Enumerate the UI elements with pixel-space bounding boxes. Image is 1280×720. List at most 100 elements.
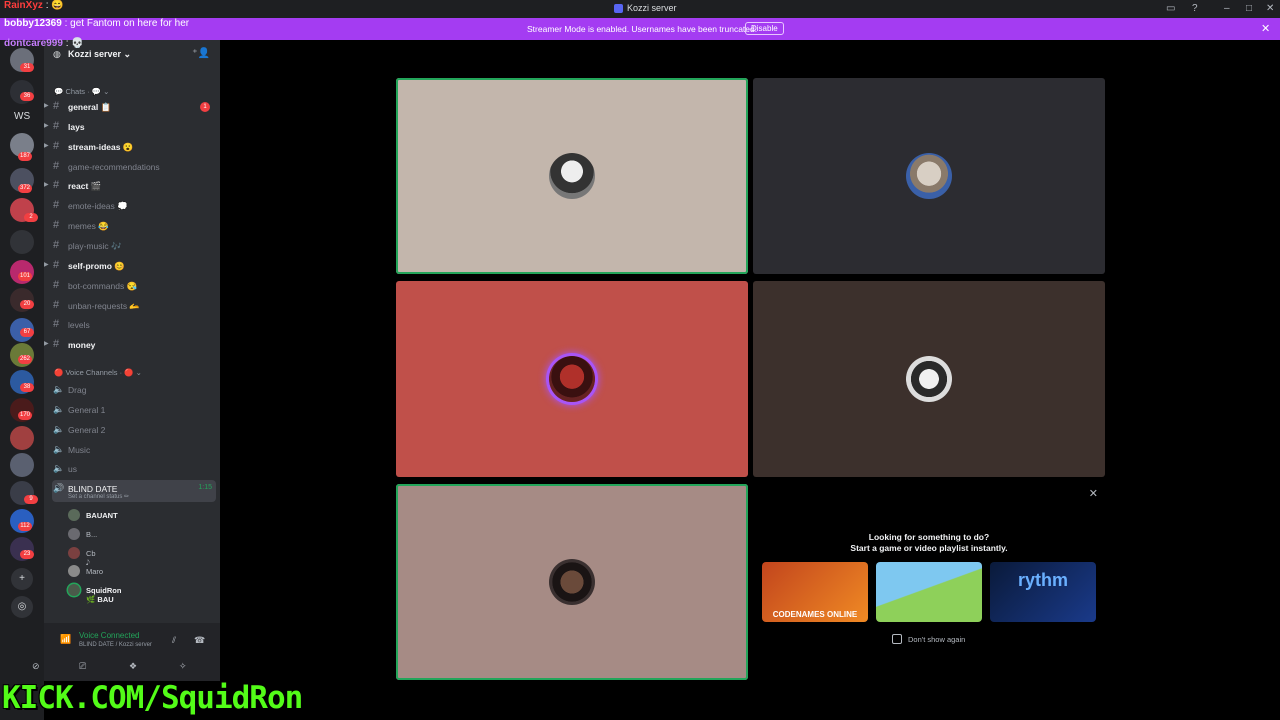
collapse-arrow-icon[interactable]: ▶ [44,181,49,188]
speaker-icon: 🔈 [53,403,65,414]
voice-channel-name: Music [68,444,91,455]
disable-streamer-mode-button[interactable]: Disable [745,22,784,35]
explore-servers-icon[interactable]: ◎ [11,596,33,618]
text-channel-icon: # [53,159,60,172]
text-channel-icon: # [53,278,60,291]
speaker-icon: 🔈 [53,463,65,474]
overlay-chat-line: RainXyz : 😄 [4,0,64,11]
channel-status[interactable]: Set a channel status ✏ [68,493,129,500]
inbox-icon[interactable]: ▭ [1166,3,1175,14]
collapse-arrow-icon[interactable]: ▶ [44,142,49,149]
mention-badge: 36 [20,92,34,101]
participant-avatar [906,356,952,402]
channel-item[interactable]: # memes 😂 [52,217,216,235]
channel-item[interactable]: # game-recommendations [52,158,216,176]
voice-location[interactable]: BLIND DATE / Kozzi server [79,642,152,648]
channel-item[interactable]: ▶ # general 📋 1 [44,98,216,116]
channel-name: play-music 🎶 [68,240,122,251]
voice-username: B... [86,529,98,539]
dont-show-label: Don't show again [908,634,966,644]
channel-item[interactable]: ▶ # self-promo 😊 [44,257,216,275]
server-initials[interactable]: WS [14,111,30,122]
disconnect-icon[interactable]: ☎ [194,635,205,646]
mention-badge: 38 [20,383,34,392]
participant-avatar [549,153,595,199]
activities-icon[interactable]: ❖ [129,661,137,672]
mention-badge: 372 [18,184,33,193]
channel-name: memes 😂 [68,221,109,232]
close-banner-icon[interactable]: ✕ [1261,22,1270,35]
participant-avatar [549,356,595,402]
dont-show-checkbox[interactable] [892,634,902,644]
participant-tile[interactable] [753,78,1105,274]
channel-item[interactable]: # unban-requests 🫴 [52,297,216,315]
category-voice[interactable]: 🔴 Voice Channels · 🔴 ⌄ [54,368,142,377]
channel-item[interactable]: # bot-commands 😪 [52,277,216,295]
collapse-arrow-icon[interactable]: ▶ [44,261,49,268]
collapse-arrow-icon[interactable]: ▶ [44,122,49,129]
collapse-arrow-icon[interactable]: ▶ [44,102,49,109]
channel-item[interactable]: ▶ # lays [44,118,216,136]
server-icon[interactable] [10,453,34,477]
text-channel-icon: # [53,258,60,271]
channel-name: self-promo 😊 [68,260,125,271]
voice-channel-item[interactable]: 🔈 General 1 [52,401,216,419]
text-channel-icon: # [53,298,60,311]
mention-badge: 101 [18,272,33,281]
activity-launcher: ✕ Looking for something to do? Start a g… [752,484,1106,680]
dont-show-again[interactable]: Don't show again [892,634,965,644]
text-channel-icon: # [53,139,60,152]
server-folder-icon[interactable] [10,230,34,254]
screen-share-icon[interactable]: ⎚ [79,661,86,672]
channel-name: bot-commands 😪 [68,280,138,291]
mention-badge: 170 [18,411,33,420]
channel-item[interactable]: # play-music 🎶 [52,237,216,255]
text-channel-icon: # [53,219,60,232]
voice-channel-item[interactable]: 🔈 Music [52,441,216,459]
voice-channel-name: us [68,464,77,475]
channel-item[interactable]: ▶ # money [44,336,216,354]
signal-icon[interactable]: 📶 [60,634,71,645]
close-window-icon[interactable]: ✕ [1266,3,1274,14]
soundboard-icon[interactable]: ✧ [179,661,187,672]
voice-channel-item[interactable]: 🔈 Drag [52,381,216,399]
avatar [68,509,80,521]
channel-item[interactable]: ▶ # react 🎬 [44,177,216,195]
participant-tile[interactable] [396,78,748,274]
maximize-icon[interactable]: □ [1246,3,1252,14]
activity-heading: Looking for something to do? [868,532,990,542]
server-icon[interactable] [10,426,34,450]
category-chats[interactable]: 💬 Chats · 💬 ⌄ [54,87,109,96]
activity-card-rythm[interactable]: rythm [990,562,1096,622]
activity-subheading: Start a game or video playlist instantly… [850,543,1008,553]
minimize-icon[interactable]: – [1224,3,1230,14]
chat-username: bobby12369 [4,18,62,29]
activity-card-codenames[interactable]: CODENAMES ONLINE [762,562,868,622]
channel-name: money [68,340,96,351]
activity-card-title: rythm [1017,570,1068,590]
participant-tile[interactable] [396,281,748,477]
voice-username: SquidRon 🌿 BAU [86,586,122,605]
speaker-icon: 🔈 [53,443,65,454]
speaker-icon: 🔈 [53,384,65,394]
close-activity-icon[interactable]: ✕ [1089,487,1098,500]
activity-card-game[interactable] [876,562,982,622]
discord-server-icon [614,3,623,13]
noise-suppression-icon[interactable]: ⫽ [172,635,176,646]
voice-channel-blind-date[interactable]: 🔊 BLIND DATE 1:15 Set a channel status ✏ [52,480,216,502]
channel-item[interactable]: # levels [52,316,216,334]
channel-name: general 📋 [68,102,112,112]
add-server-icon[interactable]: + [11,568,33,590]
activity-card-title: CODENAMES ONLINE [772,610,858,619]
channel-item[interactable]: ▶ # stream-ideas 😮 [44,138,216,156]
voice-channel-item[interactable]: 🔈 General 2 [52,421,216,439]
collapse-arrow-icon[interactable]: ▶ [44,340,49,347]
voice-channel-item[interactable]: 🔈 us [52,460,216,478]
participant-tile[interactable] [753,281,1105,477]
video-icon[interactable]: ⊘ [32,661,40,672]
kick-watermark: KICK.COM/SquidRon [2,680,303,716]
help-icon[interactable]: ? [1192,3,1198,14]
voice-status: Voice Connected [79,631,140,640]
participant-tile[interactable] [396,484,748,680]
channel-item[interactable]: # emote-ideas 💭 [52,197,216,215]
